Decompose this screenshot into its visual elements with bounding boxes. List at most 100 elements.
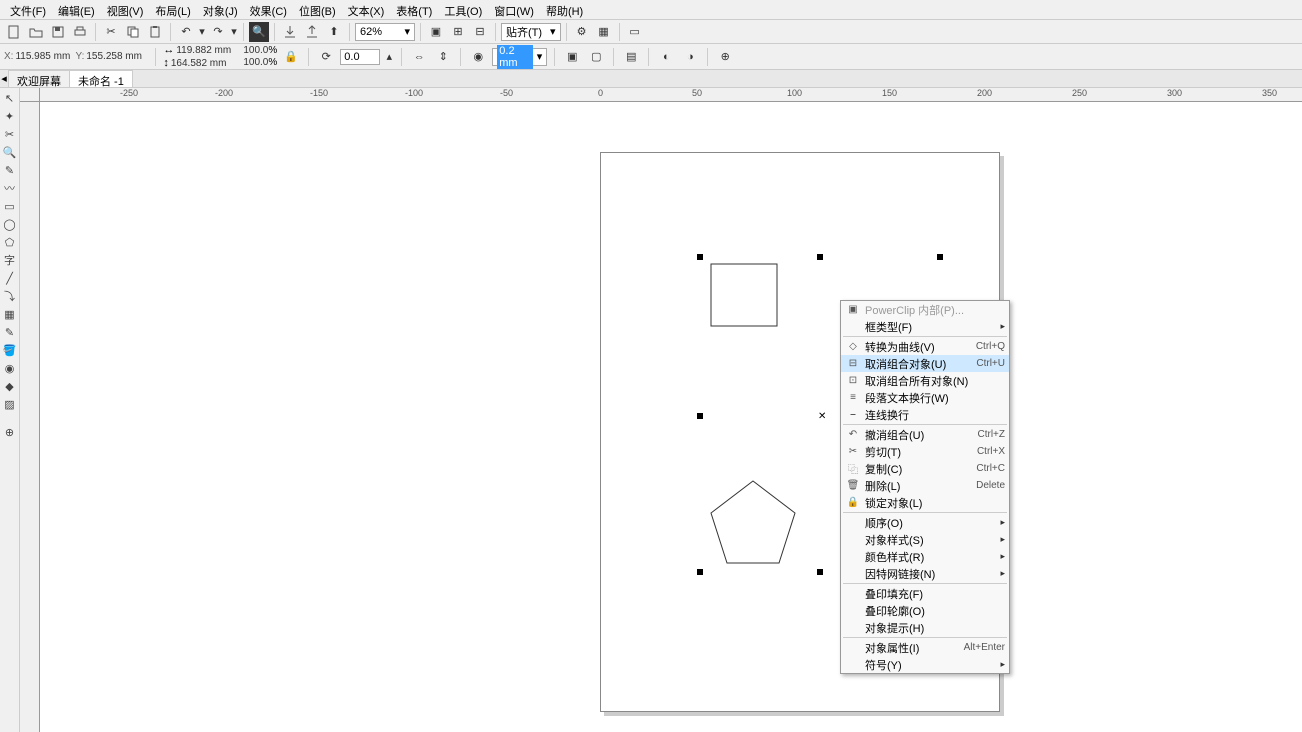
cut-icon[interactable]: ✂ <box>101 22 121 42</box>
ctx-item-4[interactable]: ⊟取消组合对象(U)Ctrl+U <box>841 355 1009 372</box>
ctx-item-9[interactable]: ↶撤消组合(U)Ctrl+Z <box>841 426 1009 443</box>
publish-icon[interactable]: ⬆ <box>324 22 344 42</box>
ctx-item-10[interactable]: ✂剪切(T)Ctrl+X <box>841 443 1009 460</box>
pick-tool-icon[interactable]: ↖ <box>2 90 18 106</box>
ctx-item-13[interactable]: 🔒锁定对象(L) <box>841 494 1009 511</box>
import-icon[interactable] <box>280 22 300 42</box>
handle-tr[interactable] <box>937 254 943 260</box>
ctx-item-11[interactable]: ⿻复制(C)Ctrl+C <box>841 460 1009 477</box>
copy-icon[interactable] <box>123 22 143 42</box>
x-value[interactable]: 115.985 mm <box>15 51 71 62</box>
ctx-item-17[interactable]: 颜色样式(R)▸ <box>841 548 1009 565</box>
text-tool-icon[interactable]: 字 <box>2 252 18 268</box>
layout-icon[interactable]: ▭ <box>625 22 645 42</box>
ctx-item-3[interactable]: ◇转换为曲线(V)Ctrl+Q <box>841 338 1009 355</box>
drawing-canvas[interactable]: ✕ <box>40 102 1302 732</box>
new-icon[interactable] <box>4 22 24 42</box>
zoom-tool-icon[interactable]: 🔍 <box>2 144 18 160</box>
rectangle-shape[interactable] <box>710 263 778 327</box>
menu-help[interactable]: 帮助(H) <box>540 0 589 19</box>
rectangle-tool-icon[interactable]: ▭ <box>2 198 18 214</box>
menu-layout[interactable]: 布局(L) <box>149 0 196 19</box>
menu-tools[interactable]: 工具(O) <box>438 0 488 19</box>
menu-file[interactable]: 文件(F) <box>4 0 52 19</box>
mirror-h-icon[interactable]: ⇔ <box>409 47 429 67</box>
menu-effects[interactable]: 效果(C) <box>244 0 293 19</box>
back-icon[interactable]: ▢ <box>586 47 606 67</box>
lock-ratio-icon[interactable]: 🔒 <box>281 47 301 67</box>
freehand-tool-icon[interactable]: ✎ <box>2 162 18 178</box>
paste-icon[interactable] <box>145 22 165 42</box>
handle-ml[interactable] <box>697 413 703 419</box>
transparency-tool-icon[interactable]: ▨ <box>2 396 18 412</box>
y-value[interactable]: 155.258 mm <box>86 51 142 62</box>
effects-tool-icon[interactable]: ▦ <box>2 306 18 322</box>
handle-tl[interactable] <box>697 254 703 260</box>
add-icon[interactable]: ⊕ <box>715 47 735 67</box>
ctx-item-7[interactable]: ⎯连线换行 <box>841 406 1009 423</box>
save-icon[interactable] <box>48 22 68 42</box>
ellipse-tool-icon[interactable]: ◯ <box>2 216 18 232</box>
polygon-tool-icon[interactable]: ⬠ <box>2 234 18 250</box>
connector-tool-icon[interactable]: ⤵ <box>2 288 18 304</box>
convert-icon[interactable]: ◐ <box>656 47 676 67</box>
export-icon[interactable] <box>302 22 322 42</box>
front-icon[interactable]: ▣ <box>562 47 582 67</box>
parallel-tool-icon[interactable]: ╱ <box>2 270 18 286</box>
ctx-item-5[interactable]: ⊡取消组合所有对象(N) <box>841 372 1009 389</box>
menu-window[interactable]: 窗口(W) <box>488 0 540 19</box>
ctx-item-21[interactable]: 叠印轮廓(O) <box>841 602 1009 619</box>
rotation-input[interactable] <box>340 49 380 65</box>
outline-width-dropdown[interactable]: 0.2 mm▾ <box>492 48 547 66</box>
print-icon[interactable] <box>70 22 90 42</box>
handle-bl[interactable] <box>697 569 703 575</box>
rotation-spinner[interactable]: ▴ <box>384 47 394 67</box>
menu-edit[interactable]: 编辑(E) <box>52 0 101 19</box>
width-value[interactable]: 119.882 mm <box>176 45 232 56</box>
mirror-v-icon[interactable]: ⇕ <box>433 47 453 67</box>
polygon-shape[interactable] <box>707 477 799 569</box>
undo-dropdown[interactable]: ▾ <box>198 22 206 42</box>
ctx-item-6[interactable]: ≡段落文本换行(W) <box>841 389 1009 406</box>
grid-icon[interactable]: ⊟ <box>470 22 490 42</box>
ctx-item-18[interactable]: 因特网链接(N)▸ <box>841 565 1009 582</box>
eyedropper-tool-icon[interactable]: ✎ <box>2 324 18 340</box>
handle-bm[interactable] <box>817 569 823 575</box>
fill-tool-icon[interactable]: 🪣 <box>2 342 18 358</box>
menu-text[interactable]: 文本(X) <box>342 0 391 19</box>
center-marker[interactable]: ✕ <box>818 411 826 422</box>
options-icon[interactable]: ⚙ <box>572 22 592 42</box>
snap-dropdown[interactable]: 贴齐(T)▾ <box>501 23 561 41</box>
open-icon[interactable] <box>26 22 46 42</box>
ctx-item-20[interactable]: 叠印填充(F) <box>841 585 1009 602</box>
menu-table[interactable]: 表格(T) <box>390 0 438 19</box>
scale-y[interactable]: 100.0 <box>240 57 268 68</box>
ctx-item-15[interactable]: 顺序(O)▸ <box>841 514 1009 531</box>
quick-customize-icon[interactable]: ⊕ <box>2 424 18 440</box>
fullscreen-icon[interactable]: ▣ <box>426 22 446 42</box>
redo-dropdown[interactable]: ▾ <box>230 22 238 42</box>
height-value[interactable]: 164.582 mm <box>171 58 227 69</box>
ctx-item-12[interactable]: 🗑删除(L)Delete <box>841 477 1009 494</box>
redo-icon[interactable]: ↷ <box>208 22 228 42</box>
interactive-fill-icon[interactable]: ◆ <box>2 378 18 394</box>
ctx-item-25[interactable]: 符号(Y)▸ <box>841 656 1009 673</box>
ctx-item-1[interactable]: 框类型(F)▸ <box>841 318 1009 335</box>
ctx-item-22[interactable]: 对象提示(H) <box>841 619 1009 636</box>
convert2-icon[interactable]: ◑ <box>680 47 700 67</box>
outline-tool-icon[interactable]: ◉ <box>2 360 18 376</box>
tab-scroll-left[interactable]: ◂ <box>0 70 8 87</box>
menu-object[interactable]: 对象(J) <box>197 0 244 19</box>
search-icon[interactable]: 🔍 <box>249 22 269 42</box>
ruler-horizontal[interactable]: -250 -200 -150 -100 -50 0 50 100 150 200… <box>40 88 1302 102</box>
zoom-dropdown[interactable]: 62%▾ <box>355 23 415 41</box>
shape-tool-icon[interactable]: ✦ <box>2 108 18 124</box>
undo-icon[interactable]: ↶ <box>176 22 196 42</box>
crop-tool-icon[interactable]: ✂ <box>2 126 18 142</box>
scale-x[interactable]: 100.0 <box>240 45 268 56</box>
handle-tm[interactable] <box>817 254 823 260</box>
ctx-item-16[interactable]: 对象样式(S)▸ <box>841 531 1009 548</box>
rulers-icon[interactable]: ⊞ <box>448 22 468 42</box>
menu-bitmap[interactable]: 位图(B) <box>293 0 342 19</box>
tab-doc1[interactable]: 未命名 -1 <box>69 70 133 87</box>
